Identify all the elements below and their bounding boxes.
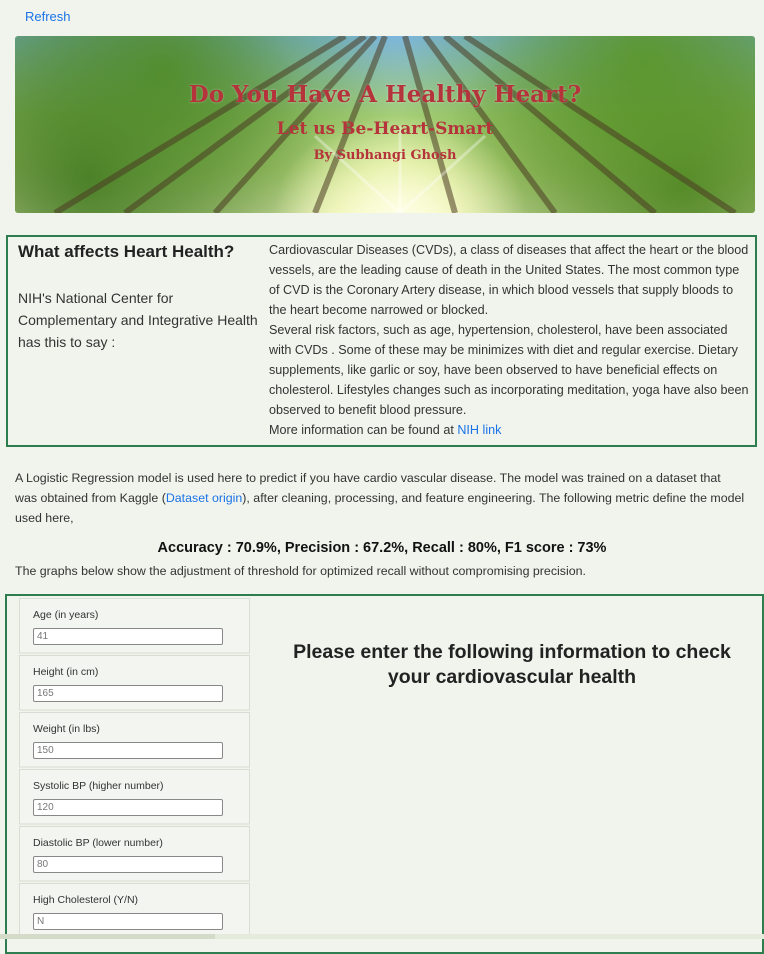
field-systolic-bp: Systolic BP (higher number) [19,769,250,825]
weight-label: Weight (in lbs) [33,723,100,735]
nih-intro: NIH's National Center for Complementary … [18,290,258,350]
field-high-cholesterol: High Cholesterol (Y/N) [19,883,250,939]
high-cholesterol-label: High Cholesterol (Y/N) [33,894,139,906]
weight-input[interactable] [33,742,223,759]
age-label: Age (in years) [33,609,99,621]
systolic-bp-label: Systolic BP (higher number) [33,780,164,792]
diastolic-bp-input[interactable] [33,856,223,873]
dataset-origin-link[interactable]: Dataset origin [166,491,242,505]
banner-subtitle: Let us Be-Heart-Smart [276,119,494,139]
height-label: Height (in cm) [33,666,99,678]
refresh-link[interactable]: Refresh [25,9,71,24]
field-diastolic-bp: Diastolic BP (lower number) [19,826,250,882]
field-height: Height (in cm) [19,655,250,711]
diastolic-bp-label: Diastolic BP (lower number) [33,837,163,849]
graphs-note: The graphs below show the adjustment of … [15,564,586,578]
field-age: Age (in years) [19,598,250,654]
scrollbar-thumb[interactable] [0,934,215,939]
high-cholesterol-input[interactable] [33,913,223,930]
health-form-panel: Age (in years) Height (in cm) Weight (in… [5,594,764,954]
cvd-paragraph: Cardiovascular Diseases (CVDs), a class … [269,243,749,317]
form-prompt: Please enter the following information t… [293,641,731,688]
height-input[interactable] [33,685,223,702]
heart-health-info-panel: What affects Heart Health? NIH's Nationa… [6,235,757,447]
banner-title: Do You Have A Healthy Heart? [188,81,582,108]
horizontal-scrollbar[interactable] [0,934,764,939]
nih-link[interactable]: NIH link [457,423,501,437]
systolic-bp-input[interactable] [33,799,223,816]
risk-factors-paragraph: Several risk factors, such as age, hyper… [269,323,749,417]
banner-byline: By Subhangi Ghosh [313,148,457,163]
age-input[interactable] [33,628,223,645]
field-weight: Weight (in lbs) [19,712,250,768]
model-description: A Logistic Regression model is used here… [15,468,745,528]
more-info-text: More information can be found at [269,423,458,437]
hero-banner: Do You Have A Healthy Heart? Let us Be-H… [15,36,755,213]
info-heading: What affects Heart Health? [18,242,235,261]
model-metrics: Accuracy : 70.9%, Precision : 67.2%, Rec… [157,540,607,556]
input-form: Age (in years) Height (in cm) Weight (in… [19,598,250,940]
info-paragraph: Cardiovascular Diseases (CVDs), a class … [269,240,749,440]
